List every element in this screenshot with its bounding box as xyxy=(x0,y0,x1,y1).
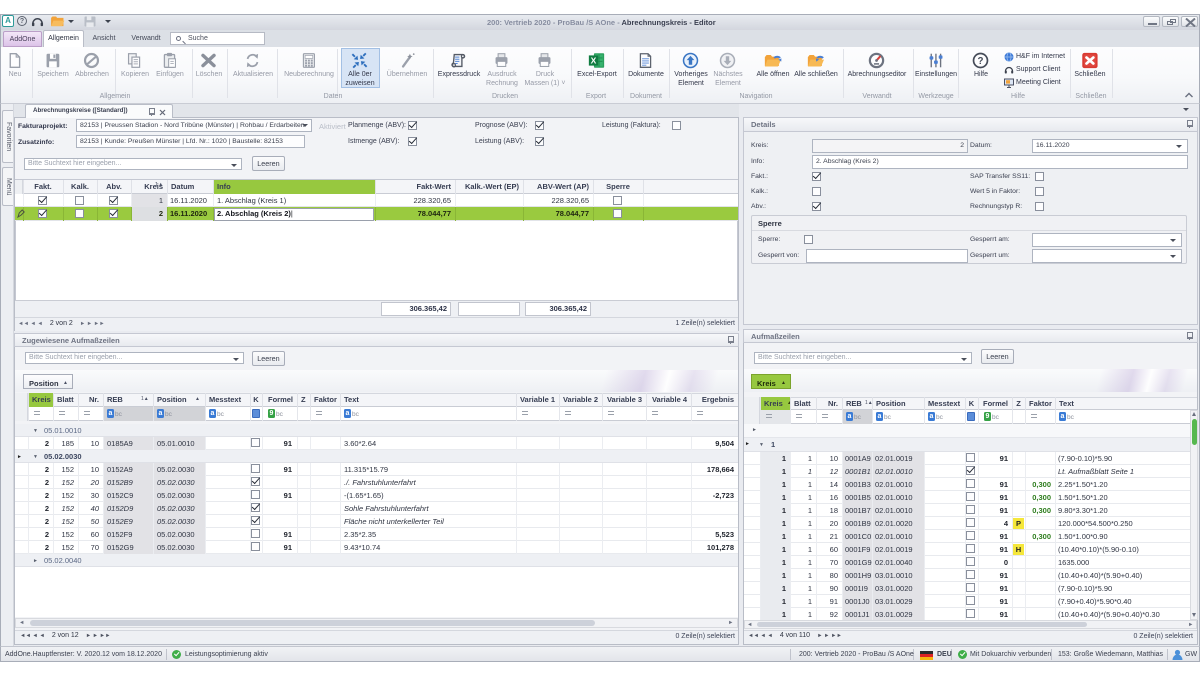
svg-text:?: ? xyxy=(978,56,984,67)
svg-text:X: X xyxy=(591,55,597,65)
